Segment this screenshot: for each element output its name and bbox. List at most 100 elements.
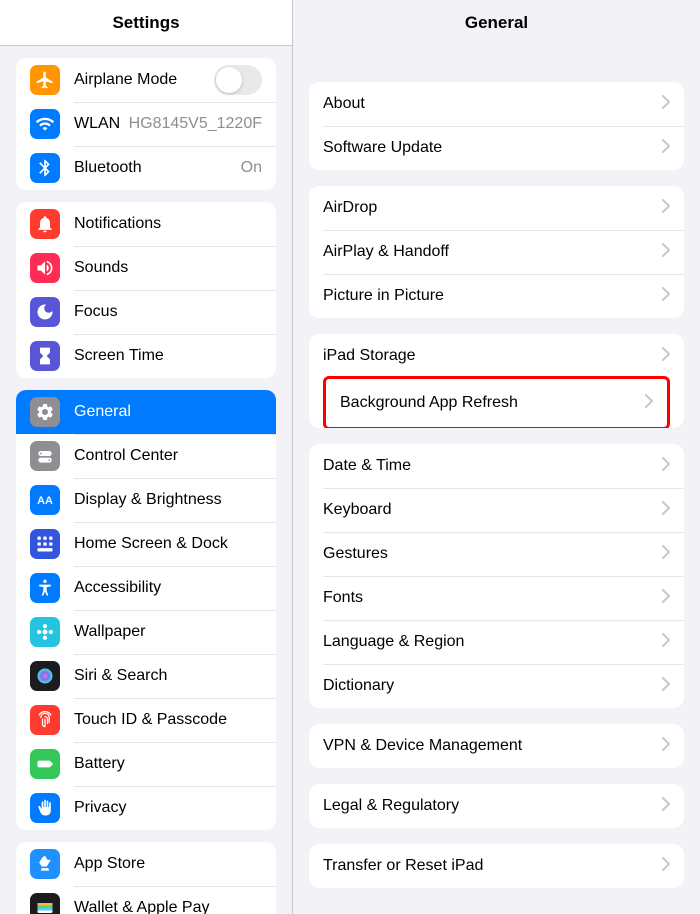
settings-row-vpn-device-management[interactable]: VPN & Device Management: [309, 724, 684, 768]
settings-row-label: Background App Refresh: [340, 394, 637, 412]
settings-group: iPad Storage Background App Refresh: [309, 334, 684, 428]
chevron-right-icon: [662, 347, 670, 366]
settings-row-airdrop[interactable]: AirDrop: [309, 186, 684, 230]
sidebar-item-sounds[interactable]: Sounds: [16, 246, 276, 290]
chevron-right-icon: [662, 501, 670, 520]
sidebar-item-home-screen-dock[interactable]: Home Screen & Dock: [16, 522, 276, 566]
speaker-icon: [30, 253, 60, 283]
sidebar-item-label: Focus: [74, 303, 262, 321]
sidebar-item-accessibility[interactable]: Accessibility: [16, 566, 276, 610]
settings-row-software-update[interactable]: Software Update: [309, 126, 684, 170]
sidebar-item-general[interactable]: General: [16, 390, 276, 434]
sidebar-group: NotificationsSounds Focus Screen Time: [16, 202, 276, 378]
settings-row-label: Fonts: [323, 589, 654, 607]
sidebar-item-label: Accessibility: [74, 579, 262, 597]
sidebar-item-label: App Store: [74, 855, 262, 873]
toggle-switch[interactable]: [214, 65, 262, 95]
settings-row-label: Gestures: [323, 545, 654, 563]
settings-group: Date & Time Keyboard Gestures Fonts Language…: [309, 444, 684, 708]
wifi-icon: [30, 109, 60, 139]
sidebar-item-label: Siri & Search: [74, 667, 262, 685]
hand-icon: [30, 793, 60, 823]
moon-icon: [30, 297, 60, 327]
settings-row-airplay-handoff[interactable]: AirPlay & Handoff: [309, 230, 684, 274]
settings-group: Legal & Regulatory: [309, 784, 684, 828]
sidebar-item-wlan[interactable]: WLANHG8145V5_1220F: [16, 102, 276, 146]
main-header: General: [293, 0, 700, 46]
settings-row-ipad-storage[interactable]: iPad Storage: [309, 334, 684, 378]
hourglass-icon: [30, 341, 60, 371]
sidebar-group: App Store Wallet & Apple Pay: [16, 842, 276, 914]
settings-row-keyboard[interactable]: Keyboard: [309, 488, 684, 532]
settings-row-about[interactable]: About: [309, 82, 684, 126]
appstore-icon: [30, 849, 60, 879]
chevron-right-icon: [662, 737, 670, 756]
settings-row-label: Date & Time: [323, 457, 654, 475]
sidebar-item-app-store[interactable]: App Store: [16, 842, 276, 886]
settings-row-label: About: [323, 95, 654, 113]
settings-sidebar[interactable]: Settings Airplane Mode WLANHG8145V5_1220F…: [0, 0, 293, 914]
sidebar-item-label: Airplane Mode: [74, 71, 214, 89]
settings-row-picture-in-picture[interactable]: Picture in Picture: [309, 274, 684, 318]
switches-icon: [30, 441, 60, 471]
settings-row-transfer-or-reset-ipad[interactable]: Transfer or Reset iPad: [309, 844, 684, 888]
sidebar-item-airplane-mode[interactable]: Airplane Mode: [16, 58, 276, 102]
sidebar-item-display-brightness[interactable]: AADisplay & Brightness: [16, 478, 276, 522]
settings-row-label: iPad Storage: [323, 347, 654, 365]
chevron-right-icon: [662, 633, 670, 652]
settings-row-label: Picture in Picture: [323, 287, 654, 305]
sidebar-item-wallpaper[interactable]: Wallpaper: [16, 610, 276, 654]
settings-row-background-app-refresh[interactable]: Background App Refresh: [326, 379, 667, 427]
sidebar-item-label: Privacy: [74, 799, 262, 817]
sidebar-item-siri-search[interactable]: Siri & Search: [16, 654, 276, 698]
sidebar-item-label: Bluetooth: [74, 159, 241, 177]
settings-row-label: Transfer or Reset iPad: [323, 857, 654, 875]
chevron-right-icon: [662, 677, 670, 696]
chevron-right-icon: [645, 394, 653, 413]
bell-icon: [30, 209, 60, 239]
settings-row-dictionary[interactable]: Dictionary: [309, 664, 684, 708]
sidebar-item-bluetooth[interactable]: BluetoothOn: [16, 146, 276, 190]
battery-icon: [30, 749, 60, 779]
settings-row-language-region[interactable]: Language & Region: [309, 620, 684, 664]
settings-row-label: Dictionary: [323, 677, 654, 695]
settings-row-fonts[interactable]: Fonts: [309, 576, 684, 620]
sidebar-header: Settings: [0, 0, 292, 46]
settings-group: AirDrop AirPlay & Handoff Picture in Pictu…: [309, 186, 684, 318]
settings-group: Transfer or Reset iPad: [309, 844, 684, 888]
sidebar-item-notifications[interactable]: Notifications: [16, 202, 276, 246]
sidebar-item-touch-id-passcode[interactable]: Touch ID & Passcode: [16, 698, 276, 742]
siri-icon: [30, 661, 60, 691]
general-panel[interactable]: General About Software Update AirDrop AirPl…: [293, 0, 700, 914]
sidebar-item-focus[interactable]: Focus: [16, 290, 276, 334]
settings-row-legal-regulatory[interactable]: Legal & Regulatory: [309, 784, 684, 828]
sidebar-item-value: HG8145V5_1220F: [129, 115, 262, 133]
airplane-icon: [30, 65, 60, 95]
sidebar-item-battery[interactable]: Battery: [16, 742, 276, 786]
gear-icon: [30, 397, 60, 427]
wallet-icon: [30, 893, 60, 914]
chevron-right-icon: [662, 457, 670, 476]
sidebar-title: Settings: [112, 13, 179, 33]
chevron-right-icon: [662, 95, 670, 114]
sidebar-item-label: Wallet & Apple Pay: [74, 899, 262, 914]
sidebar-item-label: Touch ID & Passcode: [74, 711, 262, 729]
sidebar-item-control-center[interactable]: Control Center: [16, 434, 276, 478]
sidebar-item-label: Display & Brightness: [74, 491, 262, 509]
sidebar-group: GeneralControl CenterAADisplay & Brightn…: [16, 390, 276, 830]
chevron-right-icon: [662, 797, 670, 816]
settings-row-gestures[interactable]: Gestures: [309, 532, 684, 576]
sidebar-item-wallet-apple-pay[interactable]: Wallet & Apple Pay: [16, 886, 276, 914]
chevron-right-icon: [662, 589, 670, 608]
settings-row-label: AirPlay & Handoff: [323, 243, 654, 261]
settings-row-label: Software Update: [323, 139, 654, 157]
settings-row-date-time[interactable]: Date & Time: [309, 444, 684, 488]
settings-group: VPN & Device Management: [309, 724, 684, 768]
accessibility-icon: [30, 573, 60, 603]
sidebar-item-label: Screen Time: [74, 347, 262, 365]
sidebar-item-label: Battery: [74, 755, 262, 773]
sidebar-item-privacy[interactable]: Privacy: [16, 786, 276, 830]
chevron-right-icon: [662, 545, 670, 564]
sidebar-item-screen-time[interactable]: Screen Time: [16, 334, 276, 378]
sidebar-group: Airplane ModeWLANHG8145V5_1220FBluetooth…: [16, 58, 276, 190]
